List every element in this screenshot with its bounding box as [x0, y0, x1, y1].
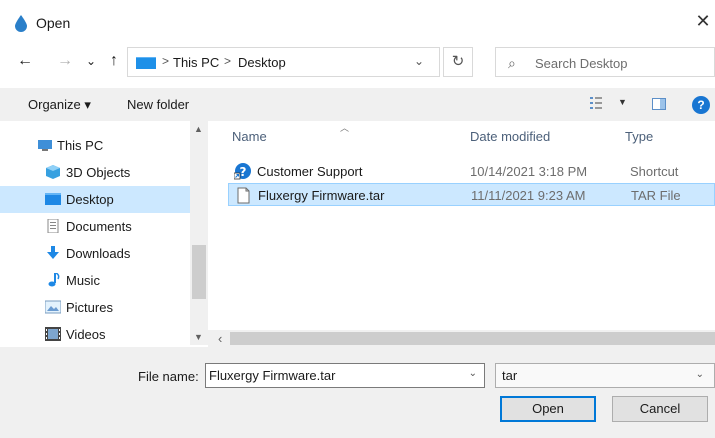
file-row[interactable]: Fluxergy Firmware.tar 11/11/2021 9:23 AM… [228, 183, 715, 206]
download-icon [47, 246, 59, 259]
command-bar: Organize ▾ New folder ▼ ? [0, 88, 715, 121]
scroll-down-icon[interactable]: ▼ [194, 332, 203, 342]
navigation-scrollbar[interactable]: ▲ ▼ [190, 121, 208, 345]
sidebar-item-music[interactable]: Music [0, 267, 190, 294]
sidebar-item-videos[interactable]: Videos [0, 321, 190, 348]
address-bar[interactable]: > This PC > Desktop ⌄ [127, 47, 440, 77]
file-type-value: tar [502, 368, 518, 383]
breadcrumb-this-pc[interactable]: This PC [173, 55, 219, 70]
navigation-pane: This PC 3D Objects Desktop Documents Dow… [0, 121, 208, 345]
file-row[interactable]: ? Customer Support 10/14/2021 3:18 PM Sh… [228, 160, 715, 183]
title-bar: Open ✕ [0, 0, 715, 44]
cube-icon [46, 165, 60, 179]
sidebar-item-label: Music [66, 273, 100, 288]
preview-pane-icon[interactable] [652, 98, 666, 110]
view-dropdown-icon[interactable]: ▼ [618, 97, 627, 107]
scroll-up-icon[interactable]: ▲ [194, 124, 203, 134]
sidebar-item-label: This PC [57, 138, 104, 153]
sidebar-item-label: Documents [66, 219, 132, 234]
sidebar-item-downloads[interactable]: Downloads [0, 240, 190, 267]
column-header-name[interactable]: Name [232, 129, 267, 144]
file-name: Fluxergy Firmware.tar [258, 188, 385, 203]
organize-button[interactable]: Organize ▾ [28, 97, 91, 113]
forward-button[interactable]: → [54, 48, 76, 74]
new-folder-button[interactable]: New folder [127, 97, 189, 112]
file-date: 11/11/2021 9:23 AM [471, 188, 586, 203]
file-name: Customer Support [257, 164, 363, 179]
search-box[interactable]: ⌕ Search Desktop [495, 47, 715, 77]
music-icon [48, 273, 60, 287]
file-list-horizontal-scrollbar[interactable]: ‹ [208, 330, 715, 347]
video-icon [45, 327, 61, 341]
file-icon [237, 187, 250, 204]
sidebar-item-label: Downloads [66, 246, 131, 261]
sidebar-item-3d-objects[interactable]: 3D Objects [0, 159, 190, 186]
dialog-footer: File name: Fluxergy Firmware.tar ⌄ tar ⌄… [0, 347, 715, 438]
sidebar-item-this-pc[interactable]: This PC [0, 132, 190, 159]
search-input[interactable]: Search Desktop [535, 56, 628, 71]
sidebar-item-label: Videos [66, 327, 106, 342]
open-button[interactable]: Open [500, 396, 596, 422]
chevron-down-icon[interactable]: ⌄ [469, 368, 477, 379]
computer-icon [38, 140, 52, 151]
file-name-value: Fluxergy Firmware.tar [209, 368, 336, 383]
window-title: Open [36, 15, 71, 31]
file-type-select[interactable]: tar ⌄ [495, 363, 715, 388]
sidebar-item-desktop[interactable]: Desktop [0, 186, 190, 213]
help-shortcut-icon: ? [234, 163, 251, 180]
column-header-type[interactable]: Type [625, 129, 653, 144]
picture-icon [45, 300, 61, 314]
file-type: Shortcut [630, 164, 679, 179]
breadcrumb-separator: > [162, 54, 170, 68]
back-button[interactable]: ← [14, 48, 36, 74]
file-type: TAR File [631, 188, 681, 203]
desktop-icon [136, 57, 156, 69]
app-drop-icon [15, 15, 27, 32]
file-name-field[interactable]: Fluxergy Firmware.tar ⌄ [205, 363, 485, 388]
cancel-button[interactable]: Cancel [612, 396, 708, 422]
chevron-down-icon[interactable]: ⌄ [696, 369, 704, 380]
sidebar-item-pictures[interactable]: Pictures [0, 294, 190, 321]
scrollbar-thumb[interactable] [230, 332, 715, 345]
scrollbar-thumb[interactable] [192, 245, 206, 299]
help-icon[interactable]: ? [692, 96, 710, 114]
scroll-left-icon[interactable]: ‹ [218, 331, 222, 346]
sidebar-item-label: Pictures [66, 300, 113, 315]
file-name-label: File name: [138, 369, 199, 384]
file-list: ︿ Name Date modified Type ? Customer Sup… [208, 121, 715, 345]
close-button[interactable]: ✕ [692, 10, 714, 32]
view-options-icon[interactable] [590, 96, 602, 110]
column-header-date[interactable]: Date modified [470, 129, 550, 144]
file-date: 10/14/2021 3:18 PM [470, 164, 588, 179]
breadcrumb-desktop[interactable]: Desktop [238, 55, 286, 70]
search-icon: ⌕ [508, 55, 516, 71]
sidebar-item-label: 3D Objects [66, 165, 131, 180]
sidebar-item-label: Desktop [66, 192, 114, 207]
sidebar-item-documents[interactable]: Documents [0, 213, 190, 240]
document-icon [47, 219, 59, 233]
svg-text:?: ? [240, 165, 247, 179]
breadcrumb-separator: > [224, 54, 232, 68]
recent-locations-button[interactable]: ⌄ [80, 48, 102, 74]
address-dropdown-icon[interactable]: ⌄ [414, 54, 424, 68]
sort-ascending-icon: ︿ [340, 123, 350, 133]
up-button[interactable]: ↑ [103, 48, 125, 74]
desktop-icon [45, 193, 61, 205]
refresh-button[interactable]: ↻ [443, 47, 473, 77]
